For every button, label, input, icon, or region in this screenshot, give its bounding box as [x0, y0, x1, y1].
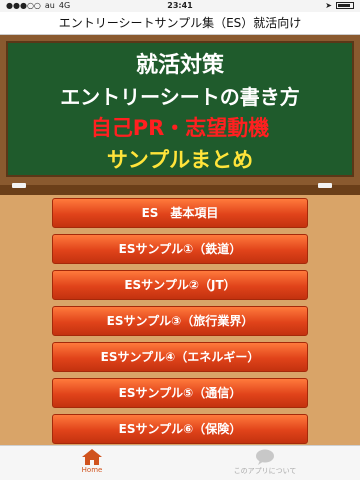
- chalkboard-surface: 就活対策 エントリーシートの書き方 自己PR・志望動機 サンプルまとめ: [6, 41, 354, 177]
- tab-home-label: Home: [81, 466, 103, 474]
- menu-item-insurance[interactable]: ESサンプル⑥（保険）: [52, 414, 308, 444]
- home-icon: [82, 449, 102, 465]
- menu-item-energy[interactable]: ESサンプル④（エネルギー）: [52, 342, 308, 372]
- status-right: ➤: [325, 1, 354, 10]
- menu-list: ES 基本項目 ESサンプル①（鉄道） ESサンプル②（JT） ESサンプル③（…: [52, 198, 308, 450]
- tab-home[interactable]: Home: [72, 448, 112, 474]
- tab-bar: Home このアプリについて: [0, 445, 360, 480]
- app-title: エントリーシートサンプル集（ES）就活向け: [0, 12, 360, 35]
- banner-line-4: サンプルまとめ: [106, 148, 254, 172]
- chalkboard-ledge: [0, 185, 360, 195]
- menu-item-telecom[interactable]: ESサンプル⑤（通信）: [52, 378, 308, 408]
- banner-line-3: 自己PR・志望動機: [90, 116, 270, 140]
- speech-bubble-icon: [256, 449, 274, 465]
- status-time: 23:41: [167, 1, 193, 10]
- menu-item-basic[interactable]: ES 基本項目: [52, 198, 308, 228]
- chalk-icon: [318, 183, 332, 188]
- banner-line-1: 就活対策: [135, 53, 224, 78]
- banner-line-2: エントリーシートの書き方: [60, 85, 300, 109]
- battery-icon: [336, 2, 354, 9]
- menu-item-jt[interactable]: ESサンプル②（JT）: [52, 270, 308, 300]
- status-bar: ●●●○○ au 4G 23:41 ➤: [0, 0, 360, 12]
- chalk-icon: [12, 183, 26, 188]
- menu-item-railway[interactable]: ESサンプル①（鉄道）: [52, 234, 308, 264]
- chalkboard-banner: 就活対策 エントリーシートの書き方 自己PR・志望動機 サンプルまとめ: [0, 35, 360, 185]
- menu-item-travel[interactable]: ESサンプル③（旅行業界）: [52, 306, 308, 336]
- tab-about[interactable]: このアプリについて: [220, 448, 310, 476]
- location-icon: ➤: [325, 1, 332, 10]
- tab-about-label: このアプリについて: [233, 467, 297, 475]
